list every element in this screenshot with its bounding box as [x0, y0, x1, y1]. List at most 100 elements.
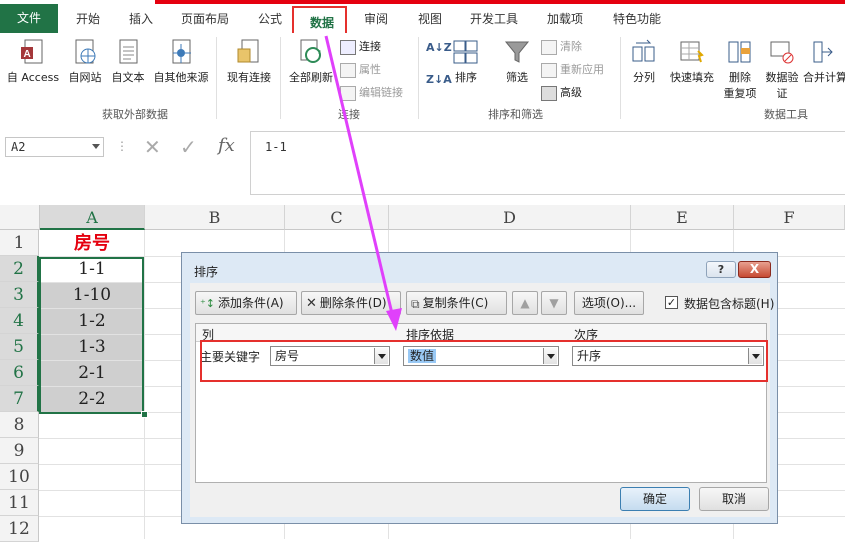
formula-bar-grip-icon: ⋮ [116, 139, 128, 153]
flash-fill-icon [680, 41, 704, 63]
cancel-button[interactable]: 取消 [699, 487, 769, 511]
delete-level-button[interactable]: ✕ 删除条件(D) [301, 291, 401, 315]
refresh-all-button[interactable]: 全部刷新 [284, 39, 338, 85]
move-up-icon: ▲ [520, 296, 530, 310]
tab-data[interactable]: 数据 [310, 14, 334, 31]
confirm-entry-icon[interactable]: ✓ [180, 135, 197, 159]
tab-view[interactable]: 视图 [418, 10, 442, 27]
reapply-button[interactable]: 重新应用 [541, 61, 604, 78]
fill-handle[interactable] [141, 411, 148, 418]
copy-level-button[interactable]: ⧉ 复制条件(C) [406, 291, 507, 315]
row-header-1[interactable]: 1 [0, 230, 39, 256]
add-level-button[interactable]: ⁺↕ 添加条件(A) [195, 291, 297, 315]
from-web-label: 自网站 [68, 71, 102, 84]
text-to-columns-button[interactable]: 分列 [626, 39, 662, 85]
tab-special-features[interactable]: 特色功能 [613, 10, 661, 27]
consolidate-button[interactable]: 合并计算 [803, 39, 845, 85]
split-columns-icon [632, 39, 655, 62]
column-header-e[interactable]: E [631, 205, 734, 230]
row-header-12[interactable]: 12 [0, 516, 39, 542]
formula-input[interactable]: 1-1 [250, 131, 845, 195]
sort-descending-button[interactable]: Z↓A [426, 73, 452, 86]
tab-file[interactable]: 文件 [0, 4, 58, 33]
group-separator [418, 37, 419, 119]
other-sources-icon [172, 39, 191, 64]
list-header-bar [196, 324, 766, 341]
selection-border [39, 257, 144, 414]
tab-home[interactable]: 开始 [76, 10, 100, 27]
tab-developer[interactable]: 开发工具 [470, 10, 518, 27]
from-other-sources-button[interactable]: 自其他来源 [150, 39, 212, 85]
web-page-icon [75, 39, 96, 64]
filter-label: 筛选 [506, 71, 528, 84]
help-button[interactable]: ? [706, 261, 736, 278]
data-validation-button[interactable]: 数据验 证 [762, 39, 802, 101]
column-header-d[interactable]: D [389, 205, 631, 230]
gridline [144, 230, 145, 539]
name-box[interactable]: A2 [5, 137, 104, 157]
cell-a1[interactable]: 房号 [40, 231, 144, 256]
from-text-button[interactable]: 自文本 [107, 39, 149, 85]
sort-label: 排序 [455, 71, 477, 84]
connections-button[interactable]: 连接 [340, 38, 381, 55]
from-access-button[interactable]: A 自 Access [4, 39, 62, 85]
column-header-b[interactable]: B [145, 205, 285, 230]
column-header-a[interactable]: A [40, 205, 145, 230]
has-headers-checkbox[interactable]: ✓ [665, 296, 678, 309]
move-up-button[interactable]: ▲ [512, 291, 538, 315]
ok-button[interactable]: 确定 [620, 487, 690, 511]
consolidate-icon [813, 41, 833, 63]
column-header-c[interactable]: C [285, 205, 389, 230]
copy-level-icon: ⧉ [411, 296, 420, 311]
flash-fill-button[interactable]: 快速填充 [666, 39, 718, 85]
tab-formulas[interactable]: 公式 [258, 10, 282, 27]
properties-button[interactable]: 属性 [340, 61, 381, 78]
advanced-filter-icon [541, 85, 557, 101]
tab-insert[interactable]: 插入 [129, 10, 153, 27]
row-header-3[interactable]: 3 [0, 282, 39, 308]
remove-duplicates-button[interactable]: 删除 重复项 [720, 39, 760, 101]
cancel-entry-icon[interactable]: ✕ [144, 135, 161, 159]
select-all-corner[interactable] [0, 205, 40, 230]
row-header-4[interactable]: 4 [0, 308, 39, 334]
tab-page-layout[interactable]: 页面布局 [181, 10, 229, 27]
from-web-button[interactable]: 自网站 [64, 39, 106, 85]
close-button[interactable]: X [738, 261, 771, 278]
reapply-icon [541, 62, 557, 78]
options-button[interactable]: 选项(O)... [574, 291, 644, 315]
row-header-6[interactable]: 6 [0, 360, 39, 386]
remove-duplicates-label-1: 删除 [729, 71, 751, 84]
name-box-dropdown-icon[interactable] [92, 144, 100, 149]
advanced-filter-button[interactable]: 高级 [541, 84, 582, 101]
existing-connections-button[interactable]: 现有连接 [222, 39, 276, 85]
clear-filter-button[interactable]: 清除 [541, 38, 582, 55]
row-header-8[interactable]: 8 [0, 412, 39, 438]
formula-buttons: ✕ ✓ fx [138, 133, 248, 161]
connections-icon [340, 39, 356, 55]
sort-icon [453, 40, 478, 64]
column-header-f[interactable]: F [734, 205, 845, 230]
ribbon: A 自 Access 自网站 自文本 自其他来源 现有连接 获取外部数据 全部刷… [0, 33, 845, 128]
row-header-11[interactable]: 11 [0, 490, 39, 516]
row-header-2[interactable]: 2 [0, 256, 39, 282]
row-header-9[interactable]: 9 [0, 438, 39, 464]
remove-duplicates-icon [728, 41, 751, 63]
insert-function-icon[interactable]: fx [218, 135, 235, 156]
sort-button[interactable]: 排序 [450, 39, 482, 85]
filter-button[interactable]: 筛选 [500, 39, 534, 85]
from-other-label: 自其他来源 [153, 71, 209, 84]
tab-addins[interactable]: 加载项 [547, 10, 583, 27]
edit-links-button[interactable]: 编辑链接 [340, 84, 403, 101]
properties-label: 属性 [359, 63, 381, 76]
row-header-10[interactable]: 10 [0, 464, 39, 490]
tab-review[interactable]: 审阅 [364, 10, 388, 27]
row-header-5[interactable]: 5 [0, 334, 39, 360]
group-label-data-tools: 数据工具 [764, 108, 808, 121]
group-label-external-data: 获取外部数据 [102, 108, 168, 121]
move-down-button[interactable]: ▼ [541, 291, 567, 315]
row-header-7[interactable]: 7 [0, 386, 39, 412]
group-separator [280, 37, 281, 119]
sort-ascending-button[interactable]: A↓Z [426, 41, 452, 54]
data-validation-label-2: 证 [776, 87, 788, 100]
edit-links-icon [340, 85, 356, 101]
